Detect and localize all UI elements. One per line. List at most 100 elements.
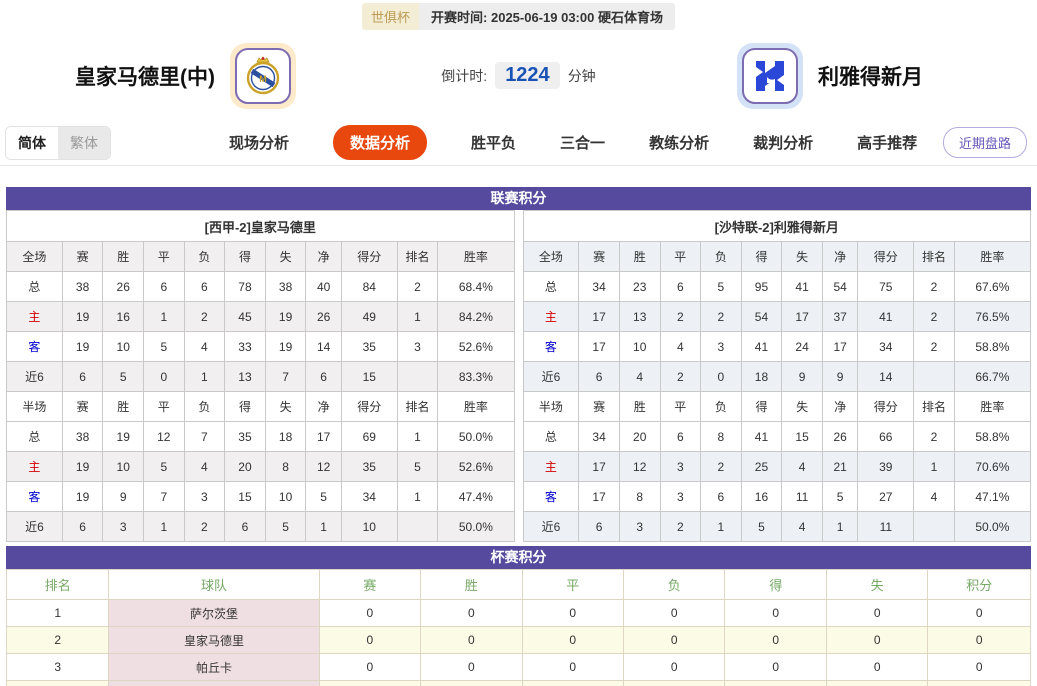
table-row: 总34236595415475267.6%: [523, 272, 1031, 302]
table-cell: 0: [624, 654, 725, 681]
table-row: 总381912735181769150.0%: [7, 422, 515, 452]
home-half-header-row: 半场赛胜平负得失净得分排名胜率: [7, 392, 515, 422]
table-cell: 41: [741, 332, 782, 362]
table-cell: 2: [660, 512, 701, 542]
table-cell: 16: [741, 482, 782, 512]
table-cell: 5: [306, 482, 342, 512]
table-cell: 26: [306, 302, 342, 332]
table-cell: 0: [928, 627, 1031, 654]
team-name-cell: 萨尔茨堡: [109, 600, 319, 627]
table-cell: 3: [103, 512, 144, 542]
table-cell: 70.6%: [954, 452, 1030, 482]
tab-高手推荐[interactable]: 高手推荐: [857, 132, 917, 153]
table-cell: 6: [660, 272, 701, 302]
table-cell: 13: [225, 362, 266, 392]
table-cell: 66.7%: [954, 362, 1030, 392]
table-row: 客19105433191435352.6%: [7, 332, 515, 362]
lang-traditional-button[interactable]: 繁体: [58, 127, 110, 159]
league-tables: [西甲-2]皇家马德里 全场赛胜平负得失净得分排名胜率 总38266678384…: [6, 210, 1031, 542]
table-cell: 0: [725, 600, 826, 627]
table-cell: 7: [265, 362, 306, 392]
row-label: 客: [523, 482, 579, 512]
table-cell: 13: [619, 302, 660, 332]
table-cell: 0: [725, 654, 826, 681]
table-cell: 1: [144, 512, 185, 542]
away-team-logo: [737, 43, 803, 109]
table-cell: 34: [579, 422, 620, 452]
table-cell: 12: [306, 452, 342, 482]
table-cell: 9: [103, 482, 144, 512]
tab-胜平负[interactable]: 胜平负: [471, 132, 516, 153]
column-header: 平: [144, 242, 185, 272]
column-header: 赛: [579, 242, 620, 272]
table-cell: 18: [741, 362, 782, 392]
table-cell: 66: [858, 422, 914, 452]
table-cell: 0: [701, 362, 742, 392]
tab-裁判分析[interactable]: 裁判分析: [753, 132, 813, 153]
column-header: 得分: [858, 242, 914, 272]
table-cell: 0: [826, 654, 927, 681]
row-label: 主: [7, 452, 63, 482]
table-row: 主19161245192649184.2%: [7, 302, 515, 332]
home-table-title: [西甲-2]皇家马德里: [7, 211, 515, 242]
table-cell: 0: [319, 600, 420, 627]
table-cell: 4: [782, 452, 823, 482]
table-cell: 5: [265, 512, 306, 542]
table-cell: 9: [822, 362, 858, 392]
row-label: 总: [523, 272, 579, 302]
table-cell: 45: [225, 302, 266, 332]
table-row: 近6650113761583.3%: [7, 362, 515, 392]
table-cell: 6: [144, 272, 185, 302]
table-cell: 33: [225, 332, 266, 362]
table-cell: 1: [397, 422, 438, 452]
home-full-body: 总38266678384084268.4%主19161245192649184.…: [7, 272, 515, 392]
table-cell: 12: [619, 452, 660, 482]
table-cell: 4: [660, 332, 701, 362]
table-cell: 17: [579, 302, 620, 332]
table-cell: 10: [341, 512, 397, 542]
table-cell: 1: [306, 512, 342, 542]
table-cell: 17: [822, 332, 858, 362]
column-header: 赛: [62, 392, 103, 422]
column-header: 净: [822, 392, 858, 422]
table-cell: 0: [928, 681, 1031, 686]
table-cell: 2: [914, 272, 955, 302]
table-cell: 0: [421, 627, 522, 654]
table-cell: 6: [306, 362, 342, 392]
table-cell: 4: [782, 512, 823, 542]
table-cell: 2: [397, 272, 438, 302]
row-label: 客: [7, 332, 63, 362]
away-full-header-row: 全场赛胜平负得失净得分排名胜率: [523, 242, 1031, 272]
lang-simplified-button[interactable]: 简体: [6, 127, 58, 159]
tab-数据分析[interactable]: 数据分析: [333, 125, 427, 160]
table-cell: 8: [265, 452, 306, 482]
column-header: 胜: [619, 242, 660, 272]
cup-table: 排名球队赛胜平负得失积分 1萨尔茨堡00000002皇家马德里00000003帕…: [6, 569, 1031, 686]
tab-三合一[interactable]: 三合一: [560, 132, 605, 153]
column-header: 胜: [103, 392, 144, 422]
row-label: 近6: [523, 512, 579, 542]
table-cell: 1: [397, 302, 438, 332]
recent-trends-button[interactable]: 近期盘路: [943, 127, 1027, 158]
table-cell: 20: [619, 422, 660, 452]
tab-现场分析[interactable]: 现场分析: [229, 132, 289, 153]
tab-教练分析[interactable]: 教练分析: [649, 132, 709, 153]
column-header: 球队: [109, 570, 319, 600]
table-cell: 3: [660, 482, 701, 512]
table-cell: 0: [725, 627, 826, 654]
table-cell: 5: [397, 452, 438, 482]
table-cell: 16: [103, 302, 144, 332]
table-cell: 4: [184, 332, 225, 362]
table-cell: [397, 512, 438, 542]
table-cell: 2: [7, 627, 109, 654]
column-header: 胜率: [954, 242, 1030, 272]
table-cell: 0: [522, 627, 623, 654]
table-cell: 8: [701, 422, 742, 452]
table-cell: 2: [914, 302, 955, 332]
table-row: 客199731510534147.4%: [7, 482, 515, 512]
table-cell: 19: [103, 422, 144, 452]
row-label: 主: [7, 302, 63, 332]
table-cell: 0: [421, 600, 522, 627]
table-cell: 54: [741, 302, 782, 332]
table-cell: 84.2%: [438, 302, 514, 332]
